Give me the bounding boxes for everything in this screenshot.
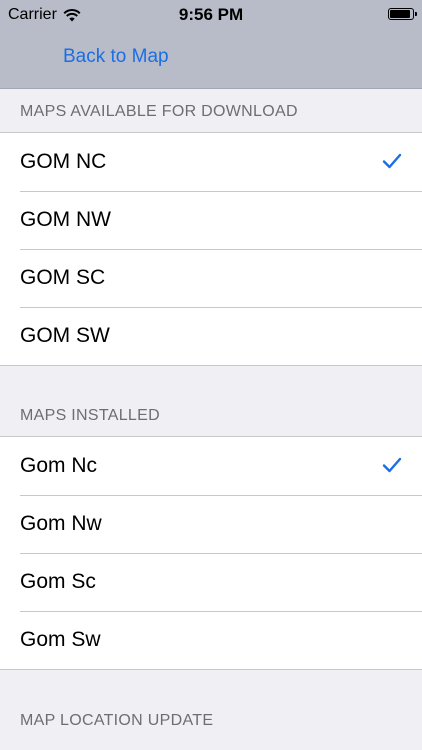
checkmark-icon xyxy=(382,153,402,169)
list-item-label: GOM NC xyxy=(20,150,107,173)
list-item[interactable]: GOM SC xyxy=(0,249,422,307)
list-item[interactable]: GOM SW xyxy=(0,307,422,365)
back-to-map-button[interactable]: Back to Map xyxy=(63,46,169,68)
list-item[interactable]: Gom Sw xyxy=(0,611,422,669)
section-header-installed: MAPS INSTALLED xyxy=(20,407,160,424)
status-bar: Carrier 9:56 PM xyxy=(0,0,422,30)
checkmark-icon xyxy=(382,457,402,473)
list-item-label: GOM SC xyxy=(20,266,106,289)
section-header-location: MAP LOCATION UPDATE xyxy=(20,712,214,729)
download-maps-list: GOM NC GOM NW GOM SC GOM SW xyxy=(0,132,422,366)
list-item[interactable]: Gom Nc xyxy=(0,437,422,495)
list-item-label: Gom Sc xyxy=(20,570,96,593)
list-item[interactable]: Gom Nw xyxy=(0,495,422,553)
status-time: 9:56 PM xyxy=(178,5,244,24)
nav-bar: Back to Map xyxy=(0,30,422,89)
list-item[interactable]: Gom Sc xyxy=(0,553,422,611)
list-item-label: Gom Sw xyxy=(20,628,101,651)
list-item-label: Gom Nc xyxy=(20,454,98,477)
list-item-label: Gom Nw xyxy=(20,512,102,535)
list-item-label: GOM SW xyxy=(20,324,110,347)
battery-nub xyxy=(415,12,417,16)
list-item-label: GOM NW xyxy=(20,208,111,231)
installed-maps-list: Gom Nc Gom Nw Gom Sc Gom Sw xyxy=(0,436,422,670)
battery-icon xyxy=(388,8,417,20)
list-item[interactable]: GOM NC xyxy=(0,133,422,191)
section-header-download: MAPS AVAILABLE FOR DOWNLOAD xyxy=(20,103,298,120)
battery-fill xyxy=(390,10,410,18)
list-item[interactable]: GOM NW xyxy=(0,191,422,249)
